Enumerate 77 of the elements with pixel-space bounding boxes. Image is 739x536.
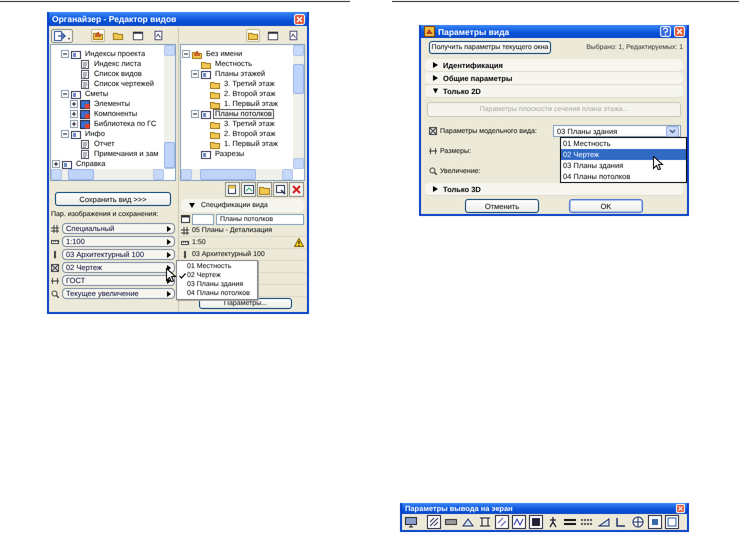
frame-icon (62, 160, 72, 168)
expand-icon[interactable] (70, 120, 78, 128)
ruler-icon (51, 238, 59, 246)
house-folder-icon (192, 50, 202, 58)
dimension-icon (429, 147, 437, 155)
collapse-icon[interactable] (191, 110, 199, 118)
expand-icon[interactable] (70, 100, 78, 108)
folder-icon (201, 60, 211, 68)
frame-icon (201, 70, 211, 78)
hash-icon (181, 226, 189, 234)
collapse-icon[interactable] (61, 130, 69, 138)
frame-icon (181, 215, 190, 223)
window-icon[interactable] (131, 29, 145, 42)
dimension-icon (51, 276, 59, 284)
window-icon[interactable] (241, 182, 256, 197)
app-icon (424, 26, 435, 37)
expand-icon[interactable] (70, 110, 78, 118)
monitor-icon[interactable] (404, 515, 418, 529)
collapse-icon[interactable] (61, 50, 69, 58)
cursor-icon (653, 156, 664, 170)
collapse-icon[interactable] (61, 90, 69, 98)
magnifier-icon (429, 167, 437, 175)
close-icon[interactable] (674, 26, 685, 37)
delete-icon[interactable] (289, 182, 304, 197)
pen-icon (181, 250, 189, 258)
block-icon (80, 120, 90, 128)
cross-box-icon (51, 264, 59, 272)
document-icon (80, 60, 90, 68)
globe-icon[interactable] (631, 515, 645, 529)
frame-icon (71, 90, 81, 98)
window-title: Органайзер - Редактор видов (52, 14, 178, 24)
expand-icon[interactable] (52, 160, 60, 168)
caret-icon (167, 252, 171, 258)
block-icon (80, 110, 90, 118)
window-icon[interactable] (266, 29, 280, 42)
window-title: Параметры вида (438, 26, 510, 36)
close-icon[interactable] (676, 504, 685, 513)
new-view-icon[interactable] (225, 182, 240, 197)
help-icon[interactable] (660, 26, 671, 37)
caret-icon (167, 226, 171, 232)
scrollbar[interactable] (51, 169, 164, 180)
pen-icon (51, 250, 59, 258)
collapse-icon[interactable] (191, 70, 199, 78)
folder-icon[interactable] (246, 29, 260, 42)
folder-icon[interactable] (257, 182, 272, 197)
frame-icon (71, 130, 81, 138)
frame-icon (201, 110, 211, 118)
scrollbar[interactable] (164, 45, 175, 169)
magnifier-icon (51, 290, 59, 298)
caret-icon (167, 238, 171, 244)
frame-icon (71, 50, 81, 58)
scrollbar[interactable] (293, 45, 304, 169)
frame-icon (201, 150, 211, 158)
window-icon[interactable] (665, 515, 679, 529)
square-icon[interactable] (529, 515, 543, 529)
hash-icon (51, 224, 59, 232)
close-icon[interactable] (294, 14, 305, 24)
triangle-icon (189, 203, 195, 208)
export-icon[interactable] (51, 28, 73, 42)
hatch-icon[interactable] (495, 515, 509, 529)
zigzag-icon[interactable] (512, 515, 526, 529)
ruler-icon (181, 238, 189, 246)
block-icon (80, 100, 90, 108)
corner-icon[interactable] (614, 515, 628, 529)
document-icon (80, 70, 90, 78)
document-icon (80, 150, 90, 158)
house-folder-icon[interactable] (91, 29, 105, 42)
frame-icon[interactable] (648, 515, 662, 529)
window-icon[interactable] (273, 182, 288, 197)
cross-box-icon (429, 127, 437, 135)
caret-icon (167, 290, 171, 296)
document-icon (80, 140, 90, 148)
document-icon (80, 80, 90, 88)
id-field[interactable] (192, 214, 214, 224)
collapse-icon[interactable] (182, 50, 190, 58)
scrollbar[interactable] (181, 169, 293, 180)
hatch-icon[interactable] (427, 515, 441, 529)
